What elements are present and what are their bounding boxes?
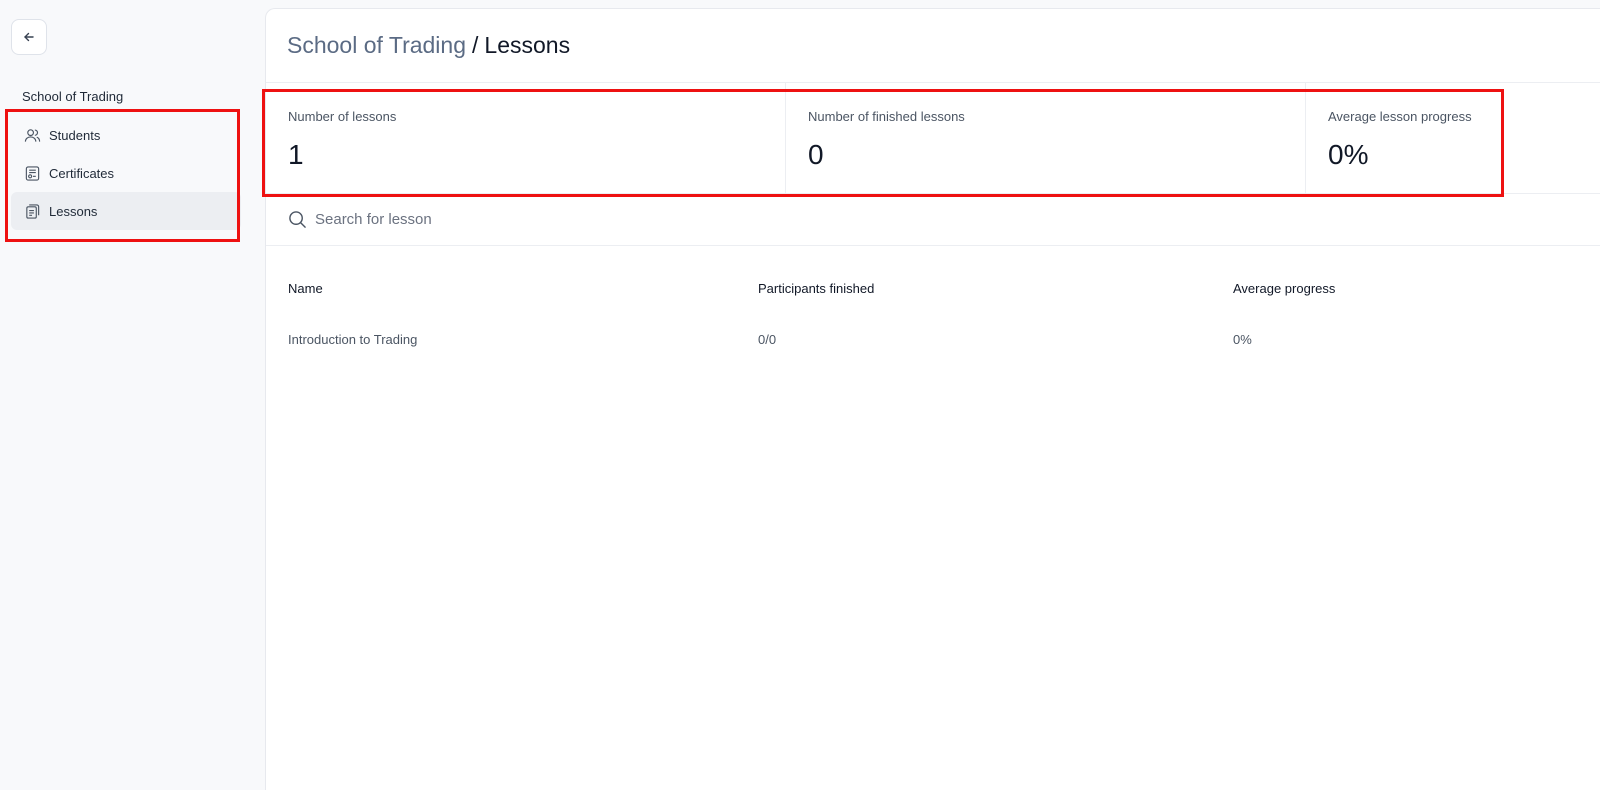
breadcrumb-parent-link[interactable]: School of Trading: [287, 32, 466, 59]
sidebar-item-certificates[interactable]: Certificates: [11, 154, 241, 192]
breadcrumb-separator: /: [472, 32, 479, 58]
table-row[interactable]: Introduction to Trading 0/0 0%: [266, 320, 1600, 358]
stat-label: Number of lessons: [288, 109, 397, 124]
sidebar-item-label: Students: [49, 127, 101, 143]
column-header-average-progress[interactable]: Average progress: [1233, 281, 1335, 296]
users-icon: [23, 126, 41, 144]
stat-value: 1: [288, 139, 304, 170]
back-button[interactable]: [11, 19, 47, 55]
stat-value: 0: [808, 139, 824, 170]
cell-average-progress: 0%: [1233, 331, 1252, 347]
page-title: Lessons: [484, 32, 571, 58]
cell-participants-finished: 0/0: [758, 331, 777, 347]
organization-name: School of Trading: [22, 89, 124, 104]
breadcrumb: School of Trading / Lessons: [287, 32, 570, 59]
arrow-left-icon: [24, 32, 34, 42]
sidebar-item-label: Certificates: [49, 165, 115, 181]
sidebar-item-label: Lessons: [49, 203, 98, 219]
search-bar: [266, 194, 1600, 246]
stat-average-progress: Average lesson progress 0%: [1306, 83, 1600, 193]
lessons-table: Name Participants finished Average progr…: [266, 269, 1600, 358]
sidebar-nav: Students Certificates Lessons: [11, 116, 241, 230]
stat-finished-lessons: Number of finished lessons 0: [786, 83, 1306, 193]
stat-label: Average lesson progress: [1328, 109, 1472, 124]
certificate-icon: [23, 164, 41, 182]
stat-label: Number of finished lessons: [808, 109, 965, 124]
stats-panel: Number of lessons 1 Number of finished l…: [266, 82, 1600, 194]
sidebar-item-students[interactable]: Students: [11, 116, 241, 154]
column-header-name[interactable]: Name: [288, 281, 323, 296]
table-header-row: Name Participants finished Average progr…: [266, 269, 1600, 307]
column-header-participants[interactable]: Participants finished: [758, 281, 874, 296]
main-content: School of Trading / Lessons Number of le…: [265, 8, 1600, 790]
lessons-icon: [23, 202, 41, 220]
stat-number-of-lessons: Number of lessons 1: [266, 83, 786, 193]
cell-lesson-name[interactable]: Introduction to Trading: [288, 332, 417, 347]
search-input[interactable]: [315, 211, 915, 228]
search-icon: [289, 211, 306, 228]
sidebar: School of Trading Students Certificates …: [0, 0, 265, 790]
sidebar-item-lessons[interactable]: Lessons: [11, 192, 241, 230]
stat-value: 0%: [1328, 139, 1369, 170]
